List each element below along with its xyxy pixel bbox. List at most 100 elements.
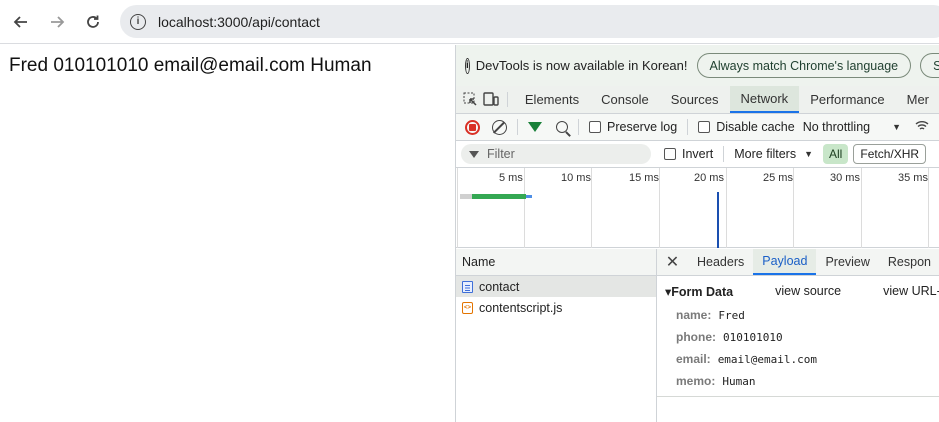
filter-chip-all[interactable]: All [823, 144, 849, 164]
more-filters-label: More filters [734, 147, 797, 161]
tab-headers[interactable]: Headers [688, 249, 753, 275]
form-field-row: email: email@email.com [675, 348, 939, 370]
timeline-gridline [591, 168, 592, 248]
site-info-icon[interactable]: i [130, 13, 146, 30]
timeline-request-bar [472, 194, 526, 199]
form-field-row: phone: 010101010 [675, 326, 939, 348]
address-url[interactable]: localhost:3000/api/contact [158, 14, 320, 30]
inspect-element-icon[interactable] [460, 86, 481, 113]
checkbox-box[interactable] [664, 148, 676, 160]
network-timeline: 5 ms 10 ms 15 ms 20 ms 25 ms 30 ms 35 ms [456, 168, 939, 248]
page-content-text: Fred 010101010 email@email.com Human [9, 55, 372, 76]
stop-recording-icon[interactable] [465, 119, 480, 135]
back-arrow-icon[interactable] [7, 8, 35, 36]
timeline-dom-marker [717, 192, 719, 248]
timeline-tick: 35 ms [898, 172, 928, 184]
preserve-log-label: Preserve log [607, 120, 678, 134]
timeline-tick: 25 ms [763, 172, 793, 184]
filter-icon [469, 150, 479, 158]
browser-toolbar: i localhost:3000/api/contact [0, 0, 939, 44]
preserve-log-checkbox[interactable]: Preserve log [589, 120, 677, 134]
close-icon[interactable]: ✕ [657, 249, 688, 275]
request-detail-pane: ✕ Headers Payload Preview Respon ▾Form D… [657, 249, 939, 422]
form-field-value: 010101010 [723, 330, 783, 344]
filter-placeholder: Filter [487, 147, 515, 161]
checkbox-box[interactable] [698, 121, 711, 133]
toolbar-separator [578, 119, 579, 135]
timeline-queue-bar [460, 194, 472, 199]
timeline-tick: 15 ms [629, 172, 659, 184]
timeline-tick: 20 ms [694, 172, 724, 184]
request-row-contentscript[interactable]: <> contentscript.js [456, 297, 656, 318]
form-data-fields: name: Fred phone: 010101010 email: email… [675, 304, 939, 392]
tab-console[interactable]: Console [590, 86, 660, 113]
info-icon: i [465, 57, 470, 74]
throttling-select[interactable]: No throttling ▼ [803, 120, 901, 134]
timeline-tick: 30 ms [830, 172, 860, 184]
form-data-title-text: Form Data [671, 284, 734, 299]
tab-payload[interactable]: Payload [753, 249, 817, 275]
view-source-link[interactable]: view source [775, 284, 841, 298]
document-icon [462, 280, 473, 293]
form-field-key: phone: [676, 330, 716, 344]
timeline-download-bar [526, 195, 532, 198]
filter-input[interactable]: Filter [461, 144, 651, 164]
timeline-gridline [659, 168, 660, 248]
more-filters-dropdown[interactable]: More filters ▼ [734, 147, 813, 161]
tab-performance[interactable]: Performance [799, 86, 895, 113]
filter-chip-fetch-xhr[interactable]: Fetch/XHR [853, 144, 927, 164]
invert-checkbox[interactable]: Invert [664, 147, 713, 161]
timeline-tick: 10 ms [561, 172, 591, 184]
checkbox-box[interactable] [589, 121, 601, 133]
request-row-contact[interactable]: contact [456, 276, 656, 297]
timeline-gridline [793, 168, 794, 248]
tab-response[interactable]: Respon [879, 249, 939, 275]
devtools-infobar: i DevTools is now available in Korean! A… [456, 45, 939, 86]
request-name: contact [479, 279, 520, 294]
form-field-row: name: Fred [675, 304, 939, 326]
request-list: Name contact <> contentscript.js [456, 249, 657, 422]
form-field-key: memo: [676, 374, 716, 388]
timeline-gridline [726, 168, 727, 248]
timeline-gridline [457, 168, 458, 248]
invert-label: Invert [682, 147, 714, 161]
network-conditions-icon[interactable] [915, 120, 929, 135]
toolbar-separator [687, 119, 689, 135]
form-field-value: Human [722, 374, 756, 388]
chevron-down-icon: ▼ [804, 149, 814, 159]
request-name: contentscript.js [479, 300, 563, 315]
view-url-encoded-link[interactable]: view URL-e [883, 284, 939, 298]
timeline-gridline [524, 168, 525, 248]
request-list-header[interactable]: Name [456, 249, 656, 276]
toolbar-separator [517, 119, 518, 135]
address-bar[interactable]: i localhost:3000/api/contact [120, 5, 939, 38]
reload-icon[interactable] [79, 8, 107, 36]
timeline-tick: 5 ms [499, 172, 523, 184]
devtools-tabbar: Elements Console Sources Network Perform… [456, 86, 939, 114]
script-icon: <> [462, 301, 473, 314]
timeline-gridline [928, 168, 929, 248]
tab-memory[interactable]: Mer [896, 86, 939, 113]
detail-tabbar: ✕ Headers Payload Preview Respon [657, 249, 939, 276]
tab-sources[interactable]: Sources [660, 86, 730, 113]
toolbar-separator [723, 146, 725, 162]
search-icon[interactable] [556, 121, 568, 133]
network-filterbar: Filter Invert More filters ▼ All Fetch/X… [456, 141, 939, 168]
disable-cache-checkbox[interactable]: Disable cache [698, 120, 795, 134]
form-field-key: name: [676, 308, 712, 322]
tabbar-separator [507, 92, 508, 107]
clear-log-icon[interactable] [492, 119, 507, 135]
timeline-gridline [861, 168, 862, 248]
chevron-down-icon: ▼ [892, 122, 902, 132]
network-toolbar: Preserve log Disable cache No throttling… [456, 114, 939, 141]
device-toolbar-icon[interactable] [481, 86, 502, 113]
tab-network[interactable]: Network [729, 86, 800, 113]
filter-funnel-icon[interactable] [528, 122, 542, 132]
switch-language-button[interactable]: Sw [920, 53, 939, 78]
tab-preview[interactable]: Preview [816, 249, 878, 275]
throttling-value: No throttling [802, 120, 871, 134]
tab-elements[interactable]: Elements [514, 86, 590, 113]
match-language-button[interactable]: Always match Chrome's language [696, 53, 912, 78]
form-data-title[interactable]: ▾Form Data [665, 284, 733, 299]
forward-arrow-icon[interactable] [43, 8, 71, 36]
